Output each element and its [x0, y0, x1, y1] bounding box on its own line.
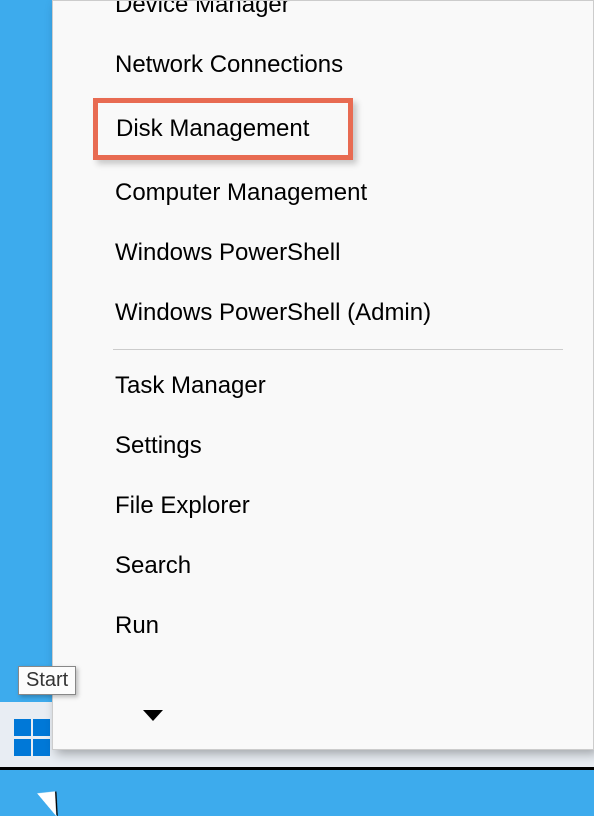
start-tooltip: Start — [18, 666, 76, 695]
menu-item-run[interactable]: Run — [53, 596, 593, 656]
menu-item-task-manager[interactable]: Task Manager — [53, 356, 593, 416]
windows-logo-icon — [14, 719, 31, 736]
menu-item-search[interactable]: Search — [53, 536, 593, 596]
menu-item-windows-powershell-admin[interactable]: Windows PowerShell (Admin) — [53, 283, 593, 343]
menu-list: Device Manager Network Connections Disk … — [53, 0, 593, 656]
windows-logo-icon — [33, 739, 50, 756]
start-button[interactable] — [14, 719, 52, 757]
windows-logo-icon — [33, 719, 50, 736]
menu-item-disk-management[interactable]: Disk Management — [93, 98, 553, 160]
menu-separator — [113, 349, 563, 350]
chevron-down-icon[interactable] — [143, 710, 163, 721]
windows-logo-icon — [14, 739, 31, 756]
menu-item-device-manager[interactable]: Device Manager — [53, 0, 593, 35]
menu-item-network-connections[interactable]: Network Connections — [53, 35, 593, 95]
winx-menu: Device Manager Network Connections Disk … — [52, 0, 594, 750]
highlight-annotation: Disk Management — [93, 98, 353, 160]
menu-item-settings[interactable]: Settings — [53, 416, 593, 476]
menu-item-computer-management[interactable]: Computer Management — [53, 163, 593, 223]
menu-item-windows-powershell[interactable]: Windows PowerShell — [53, 223, 593, 283]
menu-item-file-explorer[interactable]: File Explorer — [53, 476, 593, 536]
